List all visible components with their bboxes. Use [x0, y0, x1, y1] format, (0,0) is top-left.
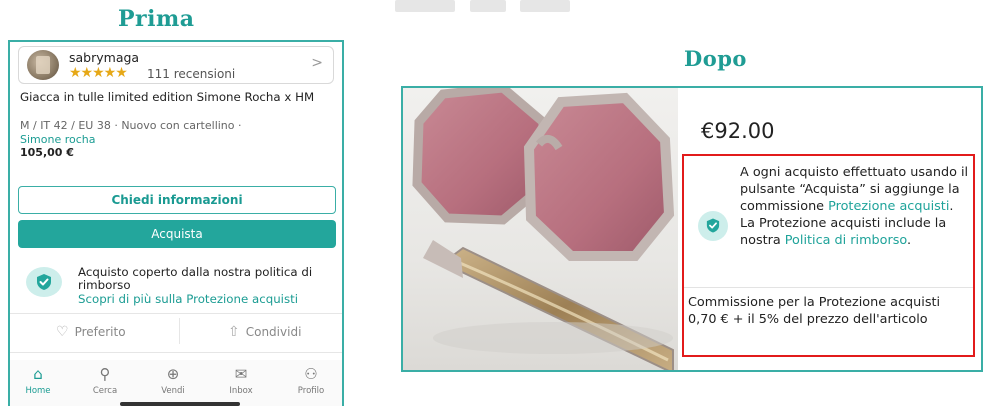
home-icon: ⌂: [33, 365, 43, 383]
reviews-count: 111 recensioni: [147, 67, 236, 81]
tab-label: Profilo: [297, 386, 325, 396]
plus-circle-icon: ⊕: [166, 365, 180, 383]
fee-label: Commissione per la Protezione acquisti: [688, 295, 941, 310]
tab-home[interactable]: ⌂ Home: [13, 364, 63, 396]
protection-text: Acquisto coperto dalla nostra politica d…: [78, 265, 313, 292]
refund-policy-link[interactable]: Politica di rimborso: [785, 233, 907, 248]
tab-label: Home: [25, 386, 51, 396]
after-heading: Dopo: [684, 46, 747, 71]
share-button[interactable]: ⇧ Condividi: [228, 324, 301, 340]
item-title: Giacca in tulle limited edition Simone R…: [20, 90, 315, 104]
divider: [179, 318, 180, 344]
seller-name: sabrymaga: [69, 50, 140, 65]
bottom-tab-bar: ⌂ Home ⚲ Cerca ⊕ Vendi ✉ Inbox ⚇ Profilo: [10, 360, 342, 406]
ask-info-button[interactable]: Chiedi informazioni: [18, 186, 336, 214]
listing-price: €92.00: [701, 119, 775, 143]
divider: [10, 352, 342, 353]
buyer-protection-link[interactable]: Protezione acquisti: [828, 199, 949, 214]
share-label: Condividi: [245, 325, 302, 339]
favorite-label: Preferito: [74, 325, 126, 339]
tab-label: Cerca: [92, 386, 118, 396]
shield-check-icon: [26, 267, 62, 297]
fee-value: 0,70 € + il 5% del prezzo dell'articolo: [688, 312, 928, 327]
search-icon: ⚲: [99, 365, 111, 383]
share-icon: ⇧: [228, 324, 240, 340]
shield-check-icon: [698, 211, 728, 241]
explanation-text: .: [907, 233, 912, 248]
rating-stars: ★★★★★: [69, 65, 128, 81]
sunglasses-illustration: [412, 88, 675, 370]
divider: [684, 287, 973, 288]
cropped-heading-fragment: [470, 0, 506, 12]
item-details: M / IT 42 / EU 38 · Nuovo con cartellino…: [20, 119, 242, 132]
cropped-heading-fragment: [520, 0, 570, 12]
tab-sell[interactable]: ⊕ Vendi: [148, 364, 198, 396]
tab-search[interactable]: ⚲ Cerca: [80, 364, 130, 396]
after-listing-screenshot: €92.00 A ogni acquisto effettuato usando…: [401, 86, 983, 372]
home-indicator: [120, 402, 240, 406]
avatar: [27, 50, 59, 80]
seller-card[interactable]: sabrymaga ★★★★★ 111 recensioni >: [18, 46, 334, 84]
favorite-button[interactable]: ♡ Preferito: [56, 324, 126, 340]
tab-label: Inbox: [229, 386, 253, 396]
buy-button[interactable]: Acquista: [18, 220, 336, 248]
tab-label: Vendi: [161, 386, 185, 396]
item-price: 105,00 €: [20, 146, 74, 159]
chevron-right-icon: >: [311, 55, 323, 71]
fee-summary: Commissione per la Protezione acquisti 0…: [688, 294, 974, 328]
heart-icon: ♡: [56, 324, 69, 340]
before-app-screenshot: sabrymaga ★★★★★ 111 recensioni > Giacca …: [8, 40, 344, 406]
buyer-protection-highlight: A ogni acquisto effettuato usando il pul…: [682, 154, 975, 357]
protection-learn-more-link[interactable]: Scopri di più sulla Protezione acquisti: [78, 292, 298, 306]
tab-inbox[interactable]: ✉ Inbox: [216, 364, 266, 396]
protection-fee-explanation: A ogni acquisto effettuato usando il pul…: [740, 164, 972, 249]
cropped-heading-fragment: [395, 0, 455, 12]
profile-icon: ⚇: [304, 365, 318, 383]
product-photo-sunglasses[interactable]: [403, 88, 678, 370]
tab-profile[interactable]: ⚇ Profilo: [286, 364, 336, 396]
before-heading: Prima: [118, 6, 195, 32]
item-brand-link[interactable]: Simone rocha: [20, 133, 96, 146]
mail-icon: ✉: [234, 365, 248, 383]
divider: [10, 313, 342, 314]
